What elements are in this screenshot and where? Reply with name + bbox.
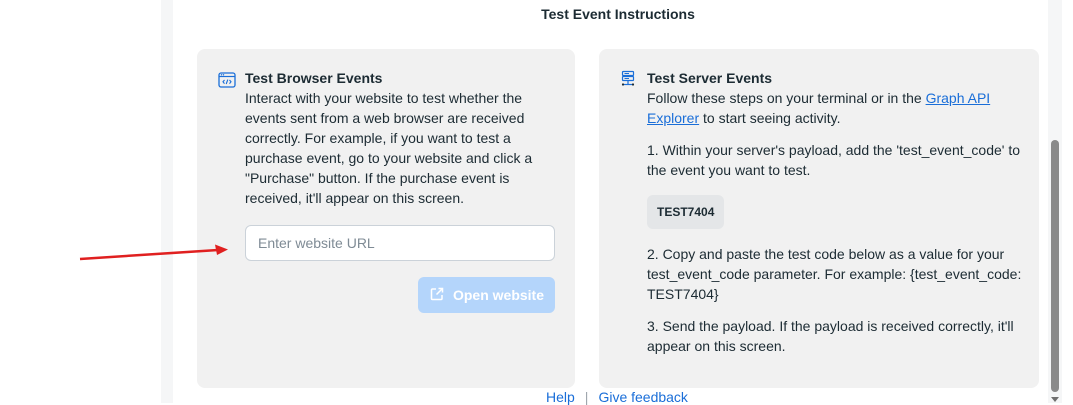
- scroll-down-arrow-icon[interactable]: [1050, 396, 1060, 403]
- code-window-icon: [218, 71, 236, 89]
- open-website-label: Open website: [452, 287, 545, 303]
- open-website-button[interactable]: Open website: [418, 277, 555, 313]
- annotation-arrow: [79, 244, 228, 261]
- server-events-card: Test Server Events Follow these steps on…: [599, 49, 1039, 388]
- server-events-title: Test Server Events: [647, 70, 773, 86]
- server-step-1: 1. Within your server's payload, add the…: [647, 142, 1021, 178]
- server-step-3: 3. Send the payload. If the payload is r…: [647, 318, 1014, 354]
- browser-events-card: Test Browser Events Interact with your w…: [197, 49, 575, 388]
- browser-events-title: Test Browser Events: [245, 70, 383, 86]
- external-link-icon: [429, 286, 445, 305]
- scrollbar-thumb[interactable]: [1051, 140, 1059, 392]
- test-event-code-chip[interactable]: TEST7404: [647, 195, 725, 229]
- server-step-2: 2. Copy and paste the test code below as…: [647, 246, 1022, 302]
- page-title: Test Event Instructions: [541, 6, 695, 22]
- server-icon: [620, 70, 638, 88]
- browser-events-description: Interact with your website to test wheth…: [245, 90, 533, 206]
- content-left-border: [161, 0, 173, 403]
- website-url-input[interactable]: [245, 225, 555, 261]
- graph-api-explorer-link[interactable]: Graph API: [926, 90, 991, 106]
- server-events-intro: Follow these steps on your terminal or i…: [647, 90, 991, 126]
- left-blank-area: [0, 0, 161, 403]
- graph-api-explorer-link-continued[interactable]: Explorer: [647, 110, 699, 126]
